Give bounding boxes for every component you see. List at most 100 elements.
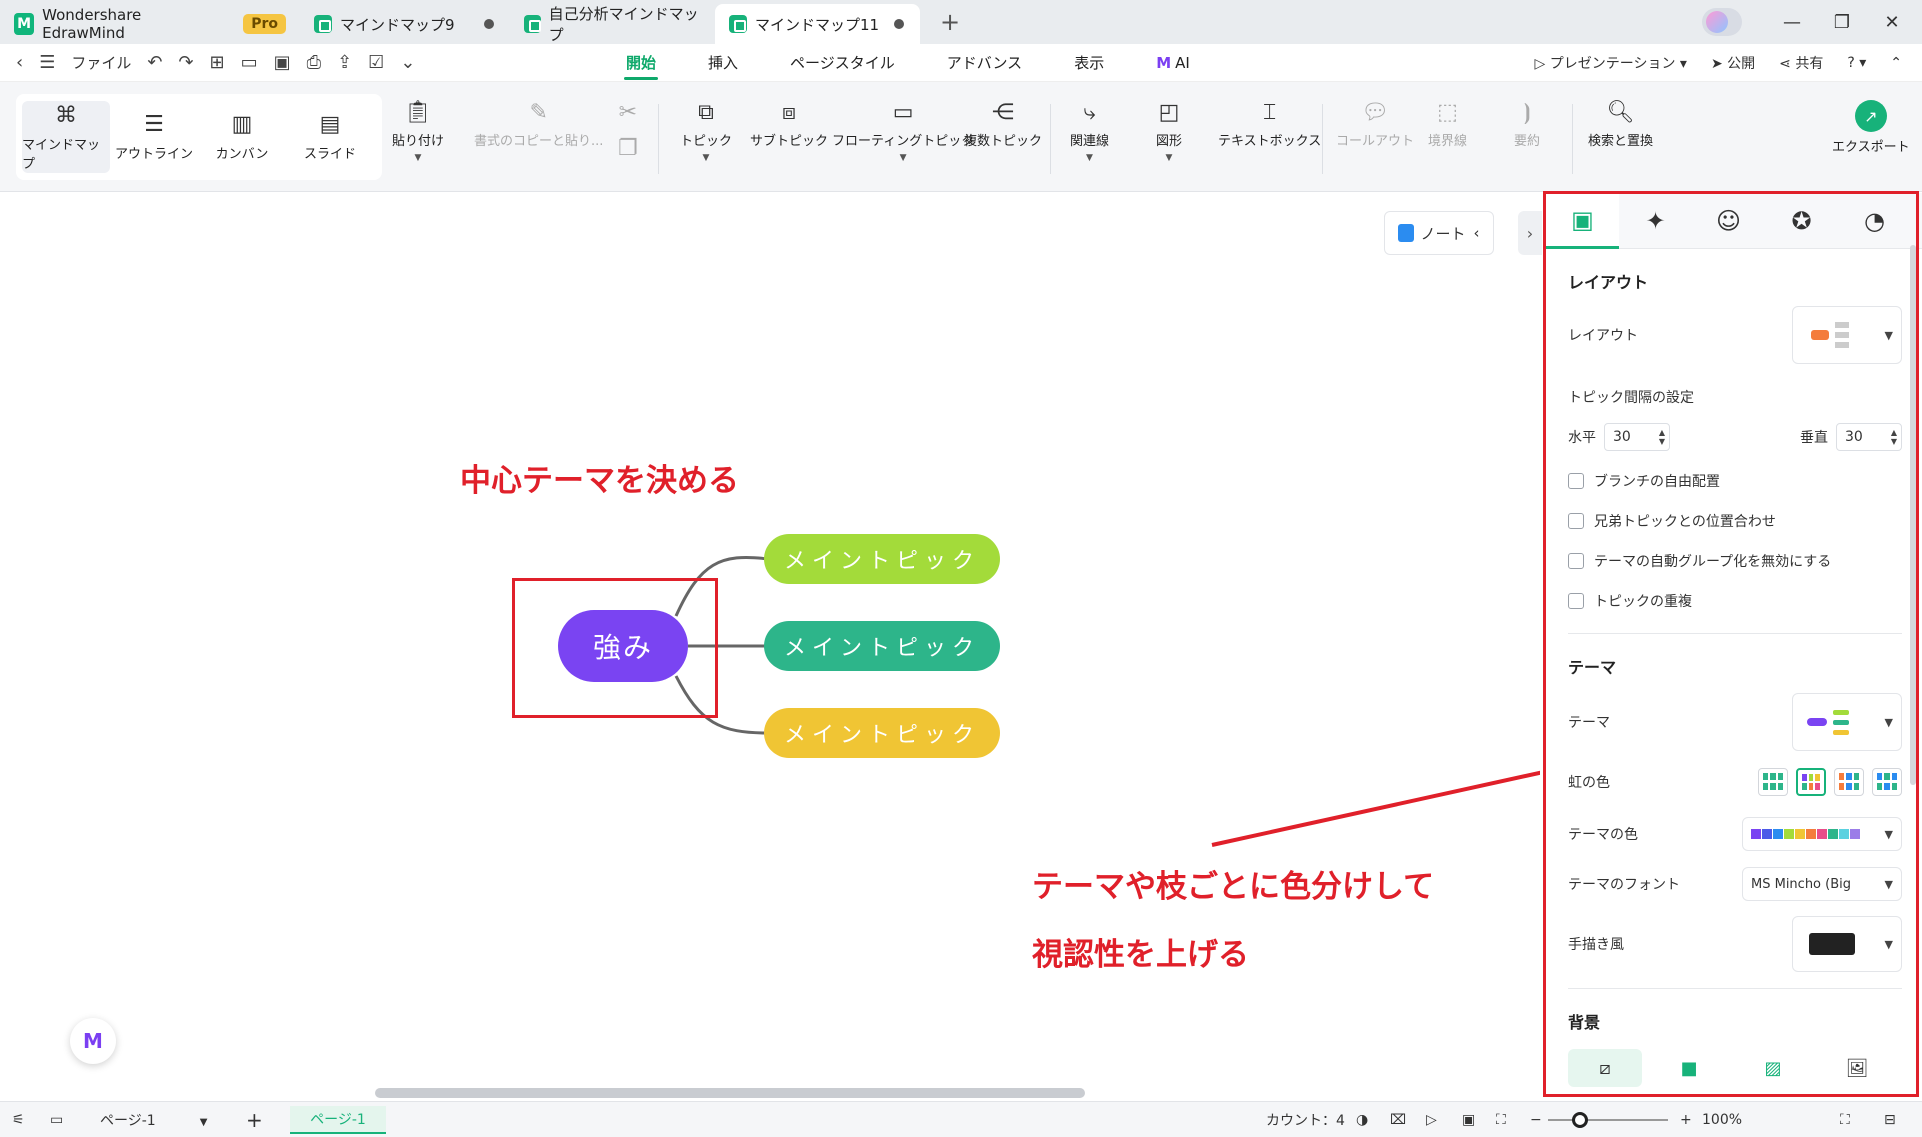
app-tab[interactable]: M Wondershare EdrawMind Pro (0, 4, 300, 44)
vertical-spacing-input[interactable]: 30 ▲ ▼ (1836, 423, 1902, 451)
find-replace-button[interactable]: 🔍︎ 検索と置換 (1588, 100, 1653, 149)
close-icon[interactable]: ✕ (1872, 12, 1912, 33)
horizontal-scrollbar[interactable] (375, 1088, 1085, 1098)
open-folder-icon[interactable]: ▭ (241, 52, 258, 73)
publish-button[interactable]: ➤ 公開 (1711, 53, 1755, 73)
back-icon[interactable]: ‹ (16, 52, 23, 73)
new-file-icon[interactable]: ⊞ (210, 52, 225, 73)
shape-button[interactable]: ◰ 図形 ▼ (1156, 100, 1182, 163)
presentation-button[interactable]: ▷ プレゼンテーション ▾ (1535, 53, 1687, 73)
rainbow-option-2[interactable] (1796, 768, 1826, 796)
panel-tab-history[interactable]: ◔ (1838, 193, 1911, 249)
rainbow-option-3[interactable] (1834, 768, 1864, 796)
layout-select[interactable]: ▼ (1792, 306, 1902, 364)
doc-tab-1[interactable]: マインドマップ9 (300, 4, 510, 44)
fit-page-icon[interactable]: ▣ (1462, 1112, 1475, 1128)
topic-button[interactable]: ⧉ トピック ▼ (680, 100, 732, 163)
checkbox[interactable] (1568, 553, 1584, 569)
theme-select[interactable]: ▼ (1792, 693, 1902, 751)
panel-scrollbar[interactable] (1910, 245, 1916, 785)
tab-ai[interactable]: M AI (1130, 44, 1216, 82)
check-free-branch[interactable]: ブランチの自由配置 (1568, 461, 1902, 501)
check-topic-overlap[interactable]: トピックの重複 (1568, 581, 1902, 621)
add-page-icon[interactable]: + (246, 1108, 263, 1132)
doc-tab-2[interactable]: 自己分析マインドマップ (510, 4, 715, 44)
zoom-level[interactable]: 100% (1702, 1112, 1742, 1128)
tab-page-style[interactable]: ページスタイル (764, 44, 921, 82)
more-chevron-icon[interactable]: ⌄ (400, 52, 415, 73)
check-align-siblings[interactable]: 兄弟トピックとの位置合わせ (1568, 501, 1902, 541)
spinner-icon[interactable]: ▲ ▼ (1659, 428, 1665, 446)
main-topic-1[interactable]: メイントピック (764, 534, 1000, 584)
floating-topic-button[interactable]: ▭ フローティングトピック ▼ (832, 100, 974, 163)
file-menu[interactable]: ファイル (71, 52, 131, 73)
print-icon[interactable]: ⎙ (307, 52, 321, 73)
check-disable-auto-group[interactable]: テーマの自動グループ化を無効にする (1568, 541, 1902, 581)
multi-topic-button[interactable]: ⋲ 複数トピック (964, 100, 1042, 149)
fit-width-icon[interactable]: ⛶ (1496, 1112, 1506, 1128)
theme-color-select[interactable]: ▼ (1742, 817, 1902, 851)
zoom-slider[interactable] (1548, 1119, 1668, 1121)
page-view-icon[interactable]: ▭ (50, 1112, 63, 1128)
ai-assistant-float-button[interactable]: M (70, 1018, 116, 1064)
panel-tab-badge[interactable]: ✪ (1765, 193, 1838, 249)
export-small-icon[interactable]: ⇪ (337, 52, 352, 73)
page-tab[interactable]: ページ-1 (290, 1106, 386, 1134)
format-painter-button[interactable]: ✎ 書式のコピーと貼り... (474, 100, 603, 149)
redo-icon[interactable]: ↷ (178, 52, 193, 73)
zoom-slider-handle[interactable] (1572, 1112, 1588, 1128)
zoom-out-icon[interactable]: − (1530, 1112, 1542, 1128)
tab-view[interactable]: 表示 (1048, 44, 1130, 82)
bg-none-button[interactable]: ⧄ (1568, 1049, 1642, 1087)
help-icon[interactable]: ? ▾ (1847, 55, 1866, 71)
save-icon[interactable]: ▣ (274, 52, 291, 73)
checkbox[interactable] (1568, 473, 1584, 489)
page-select[interactable]: ページ-1 ▼ (100, 1110, 207, 1130)
summary-button[interactable]: ⦘ 要約 (1514, 100, 1540, 149)
rainbow-option-1[interactable] (1758, 768, 1788, 796)
undo-icon[interactable]: ↶ (147, 52, 162, 73)
subtopic-button[interactable]: ⧈ サブトピック (750, 100, 828, 149)
cut-button[interactable]: ✂ ❐ (618, 100, 638, 166)
bg-image-button[interactable]: 🖼︎ (1820, 1049, 1894, 1087)
doc-tab-3[interactable]: マインドマップ11 (715, 4, 920, 44)
outline-toggle-icon[interactable]: ⚟ (12, 1112, 25, 1128)
minimize-icon[interactable]: — (1772, 12, 1812, 33)
tab-advanced[interactable]: アドバンス (921, 44, 1048, 82)
theme-toggle-icon[interactable]: ◑ (1356, 1112, 1368, 1128)
main-topic-3[interactable]: メイントピック (764, 708, 1000, 758)
restore-icon[interactable]: ❐ (1822, 12, 1862, 33)
export-button[interactable]: ↗ エクスポート (1832, 100, 1910, 155)
view-kanban-button[interactable]: ▥ カンバン (198, 101, 286, 173)
callout-button[interactable]: 💬︎ コールアウト (1336, 100, 1414, 149)
textbox-button[interactable]: ⌶ テキストボックス (1218, 100, 1321, 149)
mindmap-canvas[interactable]: ノート ‹ › 中心テーマを決める テーマや枝ごとに色分けして 視認性を上げる … (0, 193, 1542, 1101)
panel-tab-layout[interactable]: ▣ (1546, 193, 1619, 249)
share-button[interactable]: ⋖ 共有 (1779, 53, 1823, 73)
collapse-ribbon-icon[interactable]: ⌃ (1890, 55, 1902, 71)
view-mindmap-button[interactable]: ⌘ マインドマップ (22, 101, 110, 173)
panel-tab-icons[interactable]: ☺ (1692, 193, 1765, 249)
view-slide-button[interactable]: ▤ スライド (286, 101, 374, 173)
panel-tab-ai[interactable]: ✦ (1619, 193, 1692, 249)
view-outline-button[interactable]: ☰ アウトライン (110, 101, 198, 173)
new-tab-plus-icon[interactable]: + (940, 8, 960, 36)
book-icon[interactable]: ⌧ (1390, 1112, 1406, 1128)
boundary-button[interactable]: ⬚ 境界線 (1428, 100, 1467, 149)
check-icon[interactable]: ☑ (368, 52, 384, 73)
user-avatar[interactable] (1702, 8, 1742, 36)
horizontal-spacing-input[interactable]: 30 ▲ ▼ (1604, 423, 1670, 451)
hamburger-menu-icon[interactable]: ☰ (39, 52, 55, 73)
tab-start[interactable]: 開始 (600, 44, 682, 82)
rainbow-option-4[interactable] (1872, 768, 1902, 796)
spinner-icon[interactable]: ▲ ▼ (1891, 428, 1897, 446)
tab-insert[interactable]: 挿入 (682, 44, 764, 82)
fullscreen-icon[interactable]: ⛶ (1840, 1112, 1850, 1128)
paste-button[interactable]: 📋︎ 貼り付け ▼ (392, 100, 444, 163)
relation-line-button[interactable]: ⤷ 関連線 ▼ (1070, 100, 1109, 163)
bg-color-button[interactable]: ■ (1652, 1049, 1726, 1087)
checkbox[interactable] (1568, 593, 1584, 609)
zoom-in-icon[interactable]: + (1680, 1112, 1692, 1128)
main-topic-2[interactable]: メイントピック (764, 621, 1000, 671)
hand-drawn-select[interactable]: ▼ (1792, 916, 1902, 972)
